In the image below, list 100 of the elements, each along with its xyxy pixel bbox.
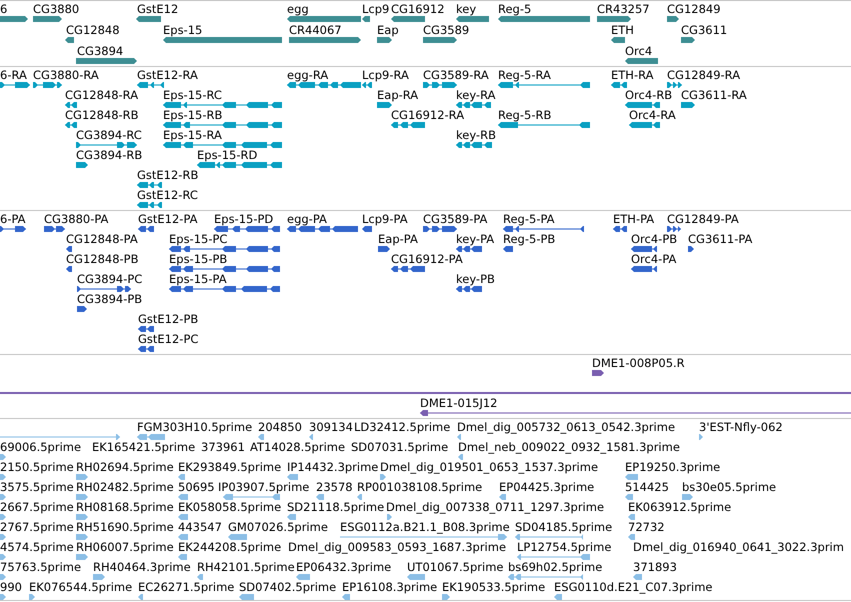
feature-label: 309134 [309,421,353,434]
feature-label: UT01067.5prime [407,561,504,574]
feature-label: CG16912-RA [391,109,464,122]
feature-label: CG3611-PA [688,233,752,246]
feature-label: CG3894-PB [77,293,142,306]
feature-label: EK058058.5prime [178,501,282,514]
feature-label: CG3611 [681,24,728,37]
feature-label: Orc4 [625,45,652,58]
feature-label: CR43257 [597,3,650,16]
feature-label: CG3589-PA [423,213,488,226]
feature-label: 2667.5prime [0,501,74,514]
feature-label: EK063912.5prime [628,501,732,514]
feature-label: GstE12-PB [138,313,198,326]
feature-label: 23578 [316,481,353,494]
feature-label: CG3894 [77,45,124,58]
feature-label: CG3589-RA [423,69,489,82]
feature-label: Eps-15 [163,24,202,37]
feature-label: CG3880-RA [33,69,99,82]
feature-label: CG12848-RA [65,89,138,102]
feature-label: 3'EST-Nfly-062 [699,421,783,434]
feature-label: EP16108.3prime [342,581,438,594]
feature-label: bs69h02.5prime [508,561,602,574]
feature-label: CG16912-PA [391,253,463,266]
feature-label: LP12754.5prime [517,541,612,554]
feature-label: 69006.5prime [0,441,82,454]
feature-label: GstE12 [137,3,178,16]
feature-label: Eps-15-RA [163,129,222,142]
feature-label: Reg-5-PA [503,213,555,226]
feature-label: egg [287,3,309,16]
feature-label: RH40464.3prime [93,561,191,574]
feature-label: CG3894-RB [76,149,142,162]
feature-label: Orc4-RA [629,109,676,122]
feature-label: Eps-15-RC [163,89,222,102]
feature-label: GstE12-PC [138,333,198,346]
feature-label: Dmel_neb_009022_0932_1581.3prime [458,441,680,454]
feature-label: CG3880 [33,3,80,16]
feature-label: bs30e05.5prime [682,481,776,494]
feature-label: EP19250.3prime [625,461,720,474]
feature-label: GstE12-PA [138,213,198,226]
feature-label: 72732 [628,521,665,534]
feature-label: IP03907.5prime [218,481,310,494]
feature-label: Lcp9 [362,3,390,16]
feature-label: 3575.5prime [0,481,74,494]
feature-label: Lcp9-PA [362,213,408,226]
feature-label: EC26271.5prime [138,581,234,594]
feature-label: Reg-5-PB [503,233,556,246]
feature-label: CR44067 [289,24,342,37]
feature-label: CG3880-PA [44,213,108,226]
feature-label: key-PA [456,233,494,246]
feature-label: Eps-15-PC [169,233,228,246]
feature-label: ESG0112a.B21.1_B08.3prime [340,521,510,534]
feature-label: Orc4-PB [631,233,678,246]
feature-label: 514425 [625,481,669,494]
feature-label: EK190533.5prime [442,581,546,594]
feature-label: SD07402.5prime [239,581,336,594]
feature-label: 990 [0,581,22,594]
feature-label: IP14432.3prime [287,461,378,474]
feature-label: ETH-PA [613,213,654,226]
feature-label: key-RB [456,129,496,142]
feature-label: 443547 [178,521,222,534]
feature-label: egg-PA [287,213,327,226]
feature-label: Orc4-RB [625,89,672,102]
feature-label: Dmel_dig_016940_0641_3022.3prim [633,541,844,554]
feature-label: Dmel_dig_005732_0613_0542.3prime [457,421,676,434]
feature-label: GstE12-RB [137,169,198,182]
feature-label: Lcp9-RA [362,69,409,82]
feature-label: EK293849.5prime [178,461,282,474]
feature-label: Eps-15-PB [169,253,228,266]
feature-label: Eap [377,24,399,37]
feature-label: key [456,3,476,16]
feature-label: Reg-5-RA [498,69,551,82]
feature-label: RH06007.5prime [76,541,174,554]
feature-label: 371893 [633,561,677,574]
feature-label: key-RA [456,89,496,102]
feature-label: 2150.5prime [0,461,74,474]
feature-label: EK165421.5prime [92,441,196,454]
feature-label: CG12849-RA [667,69,740,82]
feature-label: AT14028.5prime [250,441,346,454]
feature-label: 4574.5prime [0,541,74,554]
feature-label: 2767.5prime [0,521,74,534]
feature-label: CG12848-PA [66,233,138,246]
feature-label: SD04185.5prime [515,521,612,534]
feature-label: RH51690.5prime [76,521,174,534]
feature-label: CG16912 [391,3,445,16]
feature-label: Dmel_dig_007338_0711_1297.3prime [386,501,604,514]
feature-label: Orc4-PA [631,253,676,266]
feature-label: key-PB [456,273,495,286]
feature-label: GM07026.5prime [228,521,328,534]
feature-label: Dmel_dig_009583_0593_1687.3prime [288,541,506,554]
feature-label: EK244208.5prime [178,541,282,554]
feature-label: Eps-15-RB [163,109,222,122]
feature-label: EK076544.5prime [29,581,132,594]
feature-label: GstE12-RC [137,189,198,202]
feature-label: Eps-15-PA [169,273,227,286]
feature-label: Dmel_dig_019501_0653_1537.3prime [380,461,598,474]
feature-label: EP04425.3prime [499,481,594,494]
feature-label: CG12848-RB [65,109,139,122]
feature-label: SD21118.5prime [287,501,384,514]
feature-label: ETH-RA [611,69,654,82]
feature-label: 373961 [201,441,245,454]
